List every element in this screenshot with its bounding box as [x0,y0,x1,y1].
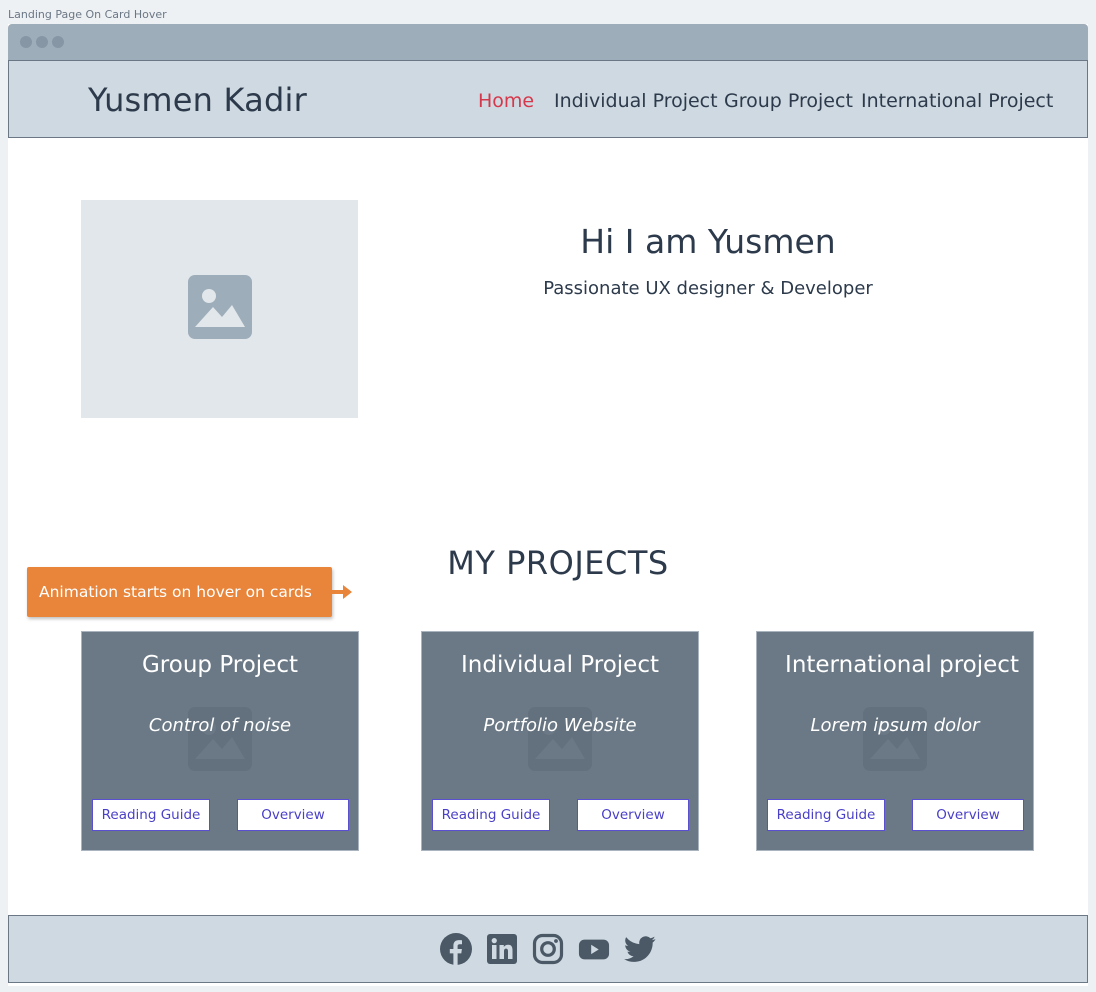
window-titlebar [8,24,1088,60]
window-minimize-dot[interactable] [36,36,48,48]
project-card-international[interactable]: International project Lorem ipsum dolor … [756,631,1034,851]
overview-button[interactable]: Overview [577,799,689,831]
youtube-icon[interactable] [578,933,610,965]
facebook-icon[interactable] [440,933,472,965]
site-header: Yusmen Kadir Home Individual Project Gro… [8,60,1088,138]
hero-title: Hi I am Yusmen [580,222,836,261]
frame-title: Landing Page On Card Hover [8,8,167,21]
card-subtitle: Control of noise [148,715,292,736]
annotation-callout: Animation starts on hover on cards [27,567,332,617]
browser-window: Yusmen Kadir Home Individual Project Gro… [8,24,1088,986]
card-subtitle: Lorem ipsum dolor [810,715,980,736]
card-title: International project [785,652,1019,678]
brand-name[interactable]: Yusmen Kadir [88,81,307,119]
card-subtitle: Portfolio Website [483,715,637,736]
window-maximize-dot[interactable] [52,36,64,48]
hero-subtitle: Passionate UX designer & Developer [543,278,873,299]
reading-guide-button[interactable]: Reading Guide [432,799,550,831]
overview-button[interactable]: Overview [237,799,349,831]
card-title: Individual Project [460,652,659,678]
nav-international-project[interactable]: International Project [861,90,1053,112]
project-card-individual[interactable]: Individual Project Portfolio Website Rea… [421,631,699,851]
linkedin-icon[interactable] [486,933,518,965]
nav-group-project[interactable]: Group Project [724,90,853,112]
hero-image-placeholder [81,200,358,418]
window-close-dot[interactable] [20,36,32,48]
reading-guide-button[interactable]: Reading Guide [767,799,885,831]
project-card-group[interactable]: Group Project Control of noise Reading G… [81,631,359,851]
card-title: Group Project [141,652,299,678]
nav-home[interactable]: Home [478,90,534,112]
twitter-icon[interactable] [624,933,656,965]
reading-guide-button[interactable]: Reading Guide [92,799,210,831]
projects-heading: MY PROJECTS [447,544,669,582]
nav-individual-project[interactable]: Individual Project [554,90,718,112]
arrow-right-icon [332,584,354,604]
instagram-icon[interactable] [532,933,564,965]
image-placeholder-icon [187,275,252,343]
overview-button[interactable]: Overview [912,799,1024,831]
site-footer [8,915,1088,983]
